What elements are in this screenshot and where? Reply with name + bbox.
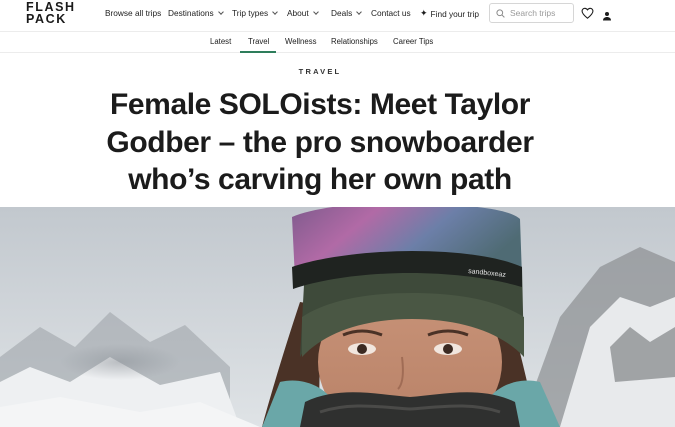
flash-pack-logo[interactable]: FLASH PACK xyxy=(26,1,76,26)
active-category-underline xyxy=(240,51,276,53)
search-box xyxy=(489,3,574,23)
nav-label: Contact us xyxy=(371,8,411,18)
chevron-down-icon xyxy=(217,8,224,15)
find-your-trip-label: Find your trip xyxy=(430,8,479,19)
nav-contact-us[interactable]: Contact us xyxy=(371,8,411,18)
nav-deals[interactable]: Deals xyxy=(331,8,363,18)
nav-label: About xyxy=(287,8,309,18)
category-wellness[interactable]: Wellness xyxy=(285,37,317,46)
category-relationships[interactable]: Relationships xyxy=(331,37,378,46)
user-icon[interactable] xyxy=(602,8,612,26)
chevron-down-icon xyxy=(312,8,319,15)
search-input[interactable] xyxy=(510,8,572,18)
chevron-down-icon xyxy=(356,8,363,15)
category-bar: Latest Travel Wellness Relationships Car… xyxy=(0,31,675,53)
nav-label: Browse all trips xyxy=(105,8,162,18)
hero-photo: sandboxeaz xyxy=(0,207,675,427)
nav-label: Deals xyxy=(331,8,353,18)
find-your-trip-link[interactable]: ✦ Find your trip xyxy=(420,8,479,19)
nav-destinations[interactable]: Destinations xyxy=(168,8,224,18)
article-kicker: TRAVEL xyxy=(298,67,342,76)
nav-label: Destinations xyxy=(168,8,214,18)
sparkle-icon: ✦ xyxy=(420,8,428,18)
nav-label: Trip types xyxy=(232,8,269,18)
logo-line-2: PACK xyxy=(26,12,67,26)
nav-browse-all-trips[interactable]: Browse all trips xyxy=(105,8,161,18)
nav-trip-types[interactable]: Trip types xyxy=(232,8,278,18)
nav-about[interactable]: About xyxy=(287,8,319,18)
category-latest[interactable]: Latest xyxy=(210,37,231,46)
hero-image: sandboxeaz xyxy=(0,207,675,427)
category-career-tips[interactable]: Career Tips xyxy=(393,37,433,46)
search-icon xyxy=(496,8,505,18)
top-navigation: FLASH PACK Browse all trips Destinations… xyxy=(0,0,675,31)
category-travel[interactable]: Travel xyxy=(248,37,269,46)
chevron-down-icon xyxy=(272,8,278,15)
heart-icon[interactable] xyxy=(581,6,594,24)
article-title: Female SOLOists: Meet Taylor Godber – th… xyxy=(106,88,534,196)
